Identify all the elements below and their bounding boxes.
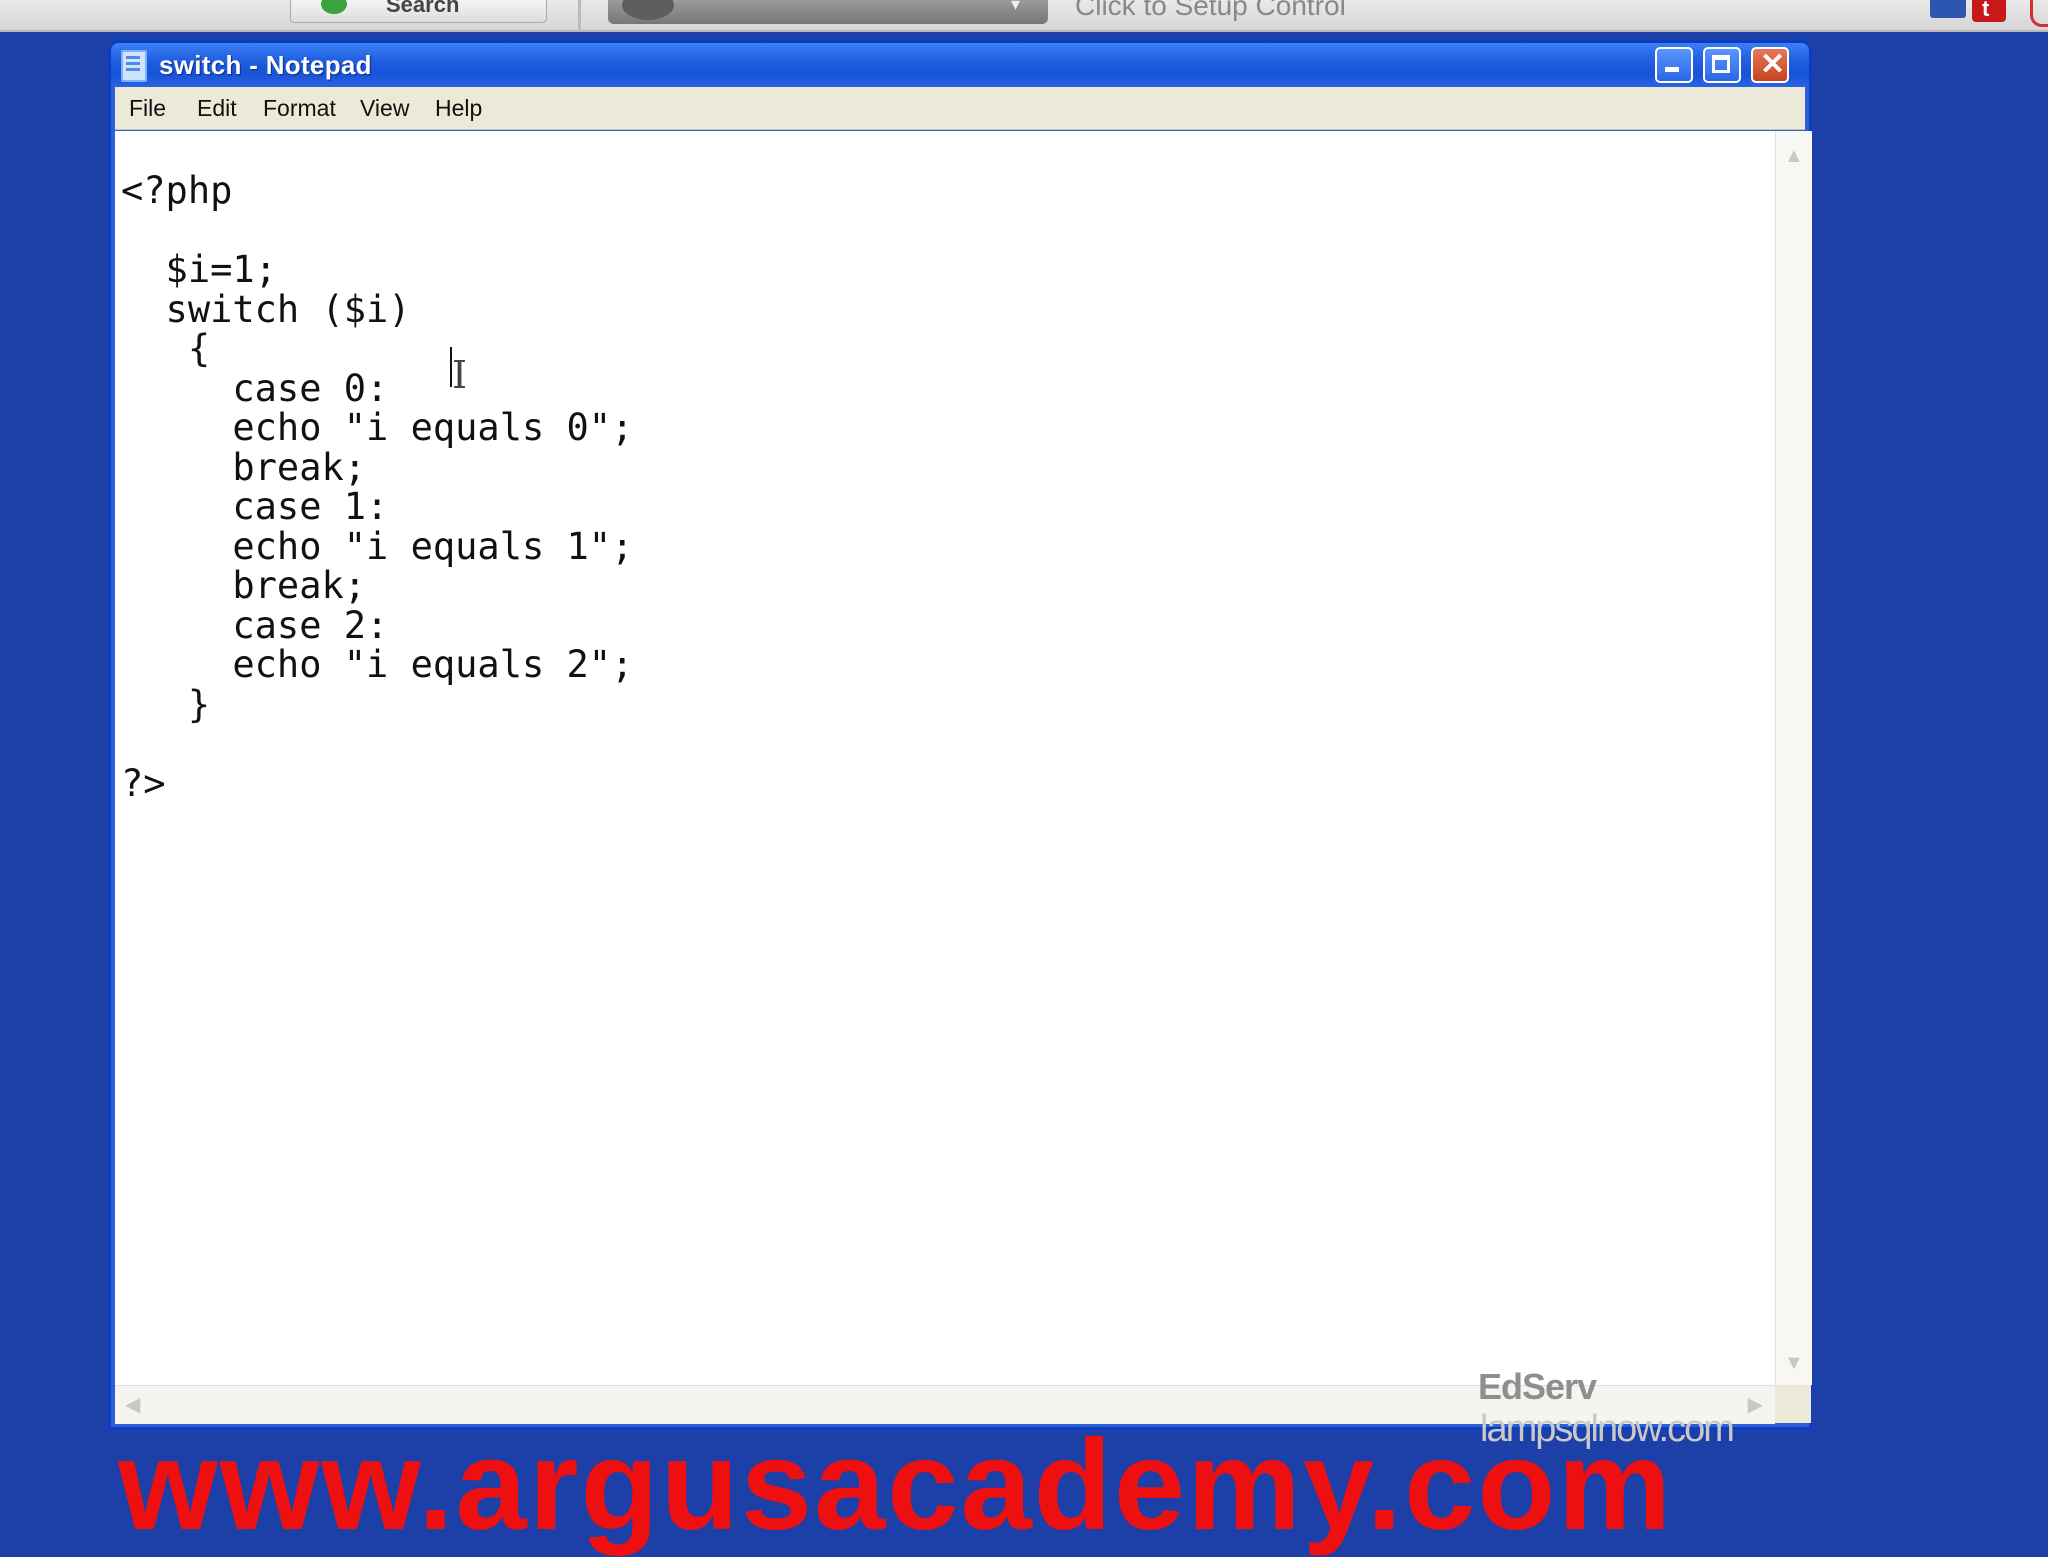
maximize-icon	[1712, 55, 1730, 73]
chevron-down-icon: ▾	[1010, 0, 1020, 14]
search-button-label: Search	[386, 0, 460, 17]
vertical-scrollbar[interactable]: ▲ ▼	[1775, 131, 1812, 1385]
resize-grip[interactable]	[1775, 1385, 1811, 1423]
toolbar-dropdown[interactable]: ▾	[608, 0, 1048, 24]
title-bar[interactable]: switch - Notepad ✕	[111, 43, 1809, 87]
menu-format[interactable]: Format	[263, 95, 336, 122]
close-icon: ✕	[1760, 48, 1786, 81]
facebook-icon[interactable]	[1930, 0, 1966, 18]
scroll-right-icon[interactable]: ▶	[1748, 1392, 1763, 1417]
youtube-icon-glyph: t	[1982, 0, 1990, 21]
text-editor[interactable]: <?php $i=1; switch ($i) { case 0: echo "…	[115, 131, 1775, 1385]
scroll-up-icon[interactable]: ▲	[1784, 145, 1804, 168]
menu-help[interactable]: Help	[435, 95, 482, 122]
notepad-icon[interactable]	[121, 50, 147, 82]
search-button[interactable]: Search	[290, 0, 547, 23]
ibeam-cursor-icon: I	[452, 353, 468, 397]
menu-bar: File Edit Format View Help	[115, 87, 1805, 130]
toolbar-separator	[578, 0, 581, 30]
window-title: switch - Notepad	[159, 50, 372, 80]
menu-view[interactable]: View	[360, 95, 409, 122]
minimize-button[interactable]	[1655, 47, 1693, 83]
menu-file[interactable]: File	[129, 95, 166, 122]
minimize-icon	[1665, 67, 1679, 72]
record-icon	[2030, 0, 2048, 27]
editor-content[interactable]: <?php $i=1; switch ($i) { case 0: echo "…	[121, 171, 633, 803]
notepad-window: switch - Notepad ✕ File Edit Format View…	[108, 40, 1812, 1430]
search-engine-icon	[321, 0, 347, 14]
scroll-down-icon[interactable]: ▼	[1784, 1352, 1804, 1375]
maximize-button[interactable]	[1703, 47, 1741, 83]
edserv-watermark: EdServ	[1478, 1366, 1597, 1407]
browser-toolbar: Search ▾ Click to Setup Control t	[0, 0, 2048, 32]
argus-academy-watermark: www.argusacademy.com	[118, 1414, 1674, 1557]
toolbar-dropdown-icon	[622, 0, 674, 20]
youtube-icon[interactable]: t	[1972, 0, 2006, 22]
menu-edit[interactable]: Edit	[197, 95, 237, 122]
setup-control-hint[interactable]: Click to Setup Control	[1075, 0, 1346, 22]
close-button[interactable]: ✕	[1751, 47, 1789, 83]
